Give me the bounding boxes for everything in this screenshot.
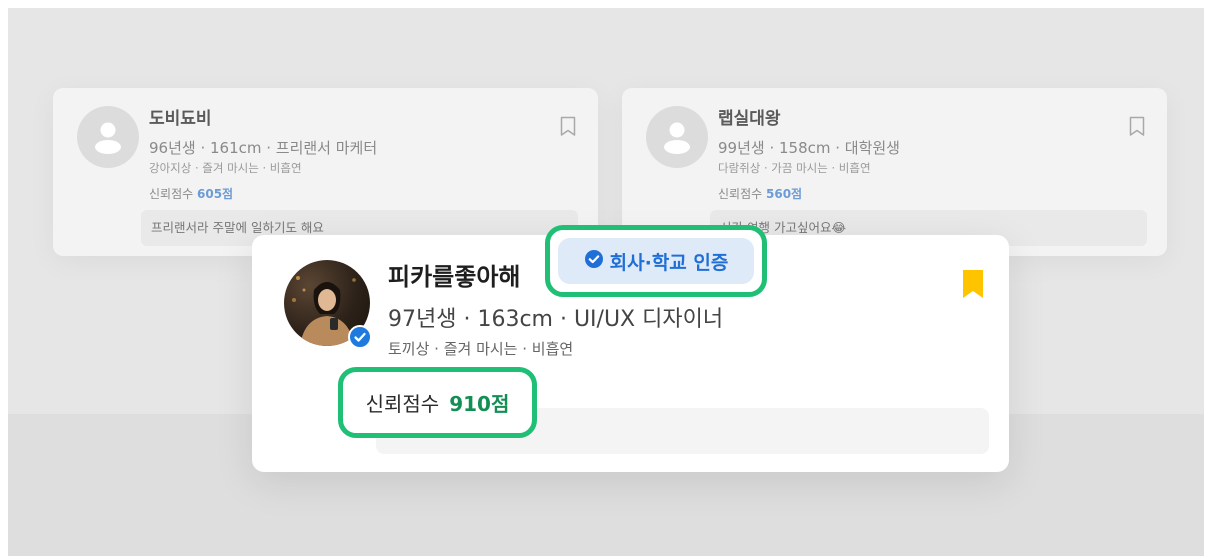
profile-name: 도비됴비: [149, 109, 212, 129]
profile-name: 피카를좋아해: [388, 263, 521, 291]
trust-score: 신뢰점수 560점: [718, 185, 802, 202]
bookmark-outline-icon[interactable]: [1129, 116, 1145, 141]
profile-meta: 99년생 · 158cm · 대학원생: [718, 139, 900, 157]
trust-score-highlight: 신뢰점수 910점: [338, 367, 537, 438]
profile-meta: 97년생 · 163cm · UI/UX 디자이너: [388, 307, 724, 332]
trust-label: 신뢰점수: [718, 187, 763, 201]
trust-label: 신뢰점수: [365, 392, 440, 416]
profile-card-1[interactable]: 도비됴비 96년생 · 161cm · 프리랜서 마케터 강아지상 · 즐겨 마…: [53, 88, 598, 256]
trust-score-value: 910점: [449, 392, 510, 416]
trust-score-value: 605점: [197, 187, 234, 201]
bookmark-filled-icon[interactable]: [963, 270, 983, 302]
profile-tags: 다람쥐상 · 가끔 마시는 · 비흡연: [718, 161, 871, 175]
person-placeholder-icon: [646, 106, 708, 168]
profile-name: 랩실대왕: [718, 109, 781, 129]
certification-label: 회사·학교 인증: [609, 251, 729, 274]
check-circle-icon: [584, 249, 604, 273]
trust-score: 신뢰점수 605점: [149, 185, 233, 202]
trust-score-value: 560점: [766, 187, 803, 201]
profile-tags: 강아지상 · 즐겨 마시는 · 비흡연: [149, 161, 302, 175]
profile-meta: 96년생 · 161cm · 프리랜서 마케터: [149, 139, 378, 157]
verified-check-icon: [348, 325, 372, 349]
person-placeholder-icon: [77, 106, 139, 168]
bookmark-outline-icon[interactable]: [560, 116, 576, 141]
profile-tags: 토끼상 · 즐겨 마시는 · 비흡연: [388, 340, 574, 358]
trust-label: 신뢰점수: [149, 187, 194, 201]
certification-badge: 회사·학교 인증: [545, 225, 767, 297]
